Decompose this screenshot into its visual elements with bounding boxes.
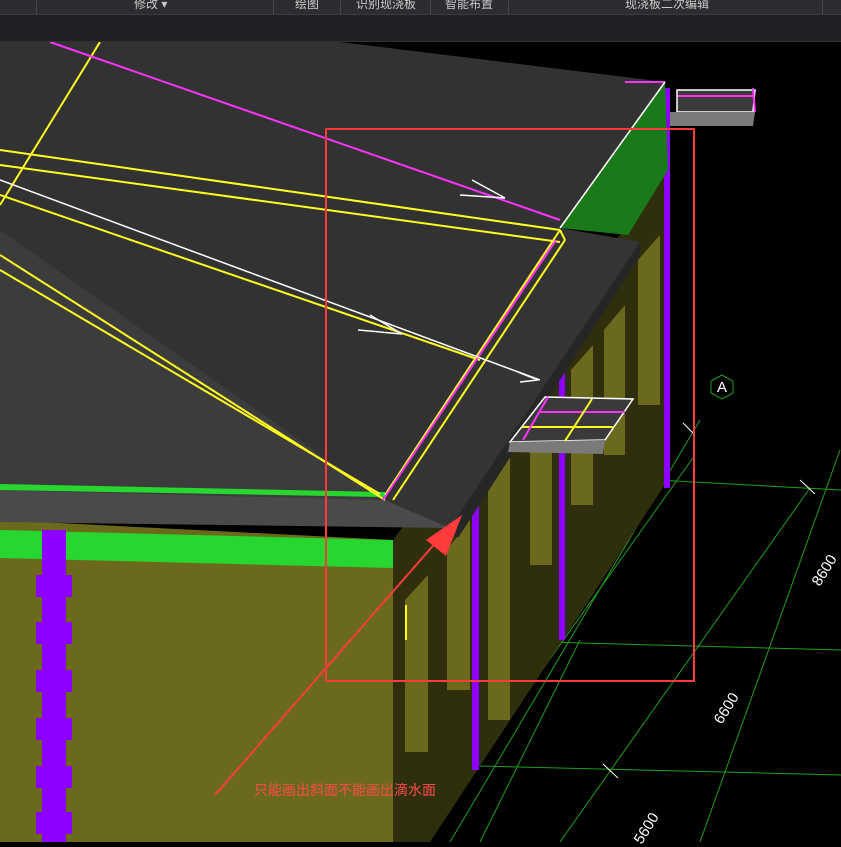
axis-label-a: A: [716, 378, 727, 396]
slab-secondary-edit-button[interactable]: 现浇板二次编辑: [625, 0, 709, 12]
chevron-down-icon: ▾: [161, 0, 168, 11]
draw-button[interactable]: 绘图: [295, 0, 319, 12]
toolbar-divider: [340, 0, 341, 14]
toolbar-group-strip: [0, 15, 841, 42]
model-drawing: [0, 42, 841, 842]
toolbar-divider: [273, 0, 274, 14]
identify-slab-button[interactable]: 识别现浇板: [356, 0, 416, 12]
modify-menu[interactable]: 修改 ▾: [134, 0, 167, 12]
ribbon-toolbar: 修改 ▾ 绘图 识别现浇板 智能布置 现浇板二次编辑: [0, 0, 841, 15]
annotation-text: 只能画出斜面不能画出滴水面: [254, 782, 436, 798]
smart-layout-button[interactable]: 智能布置: [445, 0, 493, 12]
small-slab-right: [670, 87, 756, 126]
3d-viewport[interactable]: A 8600 6600 5600 只能画出斜面不能画出滴水面: [0, 42, 841, 847]
modify-menu-label: 修改: [134, 0, 159, 11]
toolbar-divider: [508, 0, 509, 14]
toolbar-divider: [822, 0, 823, 14]
toolbar-divider: [430, 0, 431, 14]
toolbar-divider: [36, 0, 37, 14]
